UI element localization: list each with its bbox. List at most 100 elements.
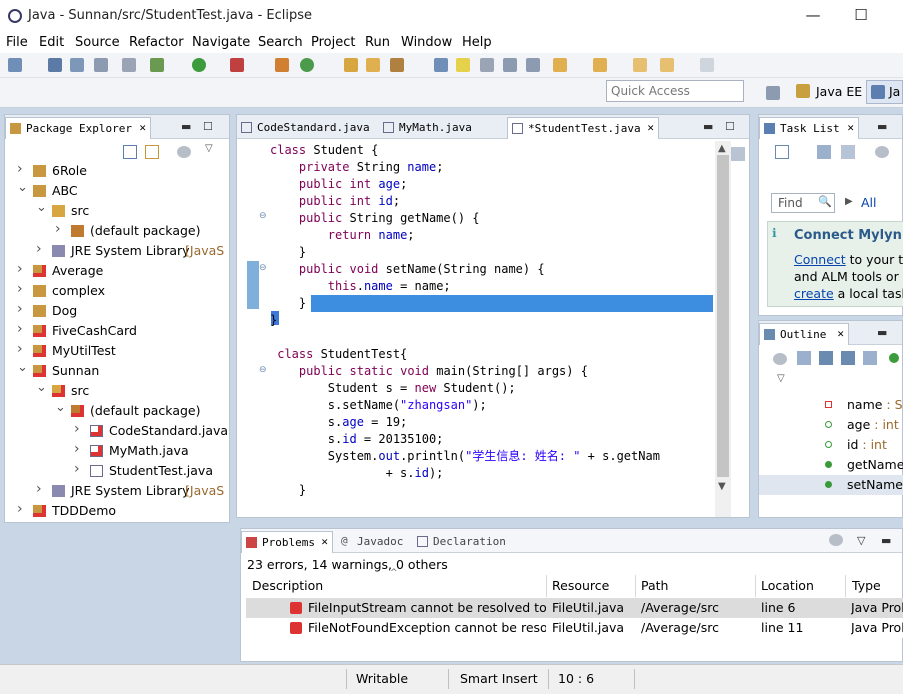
- menu-edit[interactable]: Edit: [39, 35, 64, 50]
- outline-item[interactable]: name : St: [759, 395, 903, 415]
- close-icon[interactable]: ✕: [139, 121, 146, 134]
- open-type-icon[interactable]: [344, 58, 358, 72]
- tab-declaration[interactable]: Declaration: [413, 531, 509, 553]
- menu-window[interactable]: Window: [401, 35, 452, 50]
- view-menu-icon[interactable]: ▽: [205, 143, 213, 154]
- tree-item[interactable]: ⌄ src: [5, 380, 229, 401]
- focus-task-icon[interactable]: [829, 534, 843, 546]
- scroll-down-icon[interactable]: ▼: [718, 481, 726, 492]
- fold-marker-icon[interactable]: ⊖: [259, 365, 267, 375]
- open-perspective-icon[interactable]: [766, 86, 780, 100]
- menu-project[interactable]: Project: [311, 35, 355, 50]
- tree-item[interactable]: › JRE System Library [JavaS: [5, 241, 229, 261]
- toggle-mark-occurrences-icon[interactable]: [456, 58, 470, 72]
- tab-mymath[interactable]: MyMath.java: [379, 117, 495, 139]
- hide-nonpublic-icon[interactable]: [863, 351, 877, 365]
- code-line[interactable]: public int age;: [270, 176, 407, 193]
- next-edit-icon[interactable]: [553, 58, 567, 72]
- scroll-thumb[interactable]: [717, 155, 729, 477]
- maximize-button[interactable]: ☐: [851, 6, 871, 26]
- expand-toggle-icon[interactable]: ›: [17, 281, 27, 297]
- hide-static-icon[interactable]: [841, 351, 855, 365]
- skip-breakpoints-icon[interactable]: [122, 58, 136, 72]
- tree-item[interactable]: › StudentTest.java: [5, 461, 229, 481]
- code-line[interactable]: public static void main(String[] args) {: [270, 363, 588, 380]
- code-line[interactable]: }: [270, 244, 306, 261]
- minimize-icon[interactable]: ▬: [877, 326, 887, 339]
- outline-item[interactable]: id : int: [759, 435, 903, 455]
- code-line[interactable]: private String name;: [270, 159, 444, 176]
- focus-task-icon[interactable]: [773, 353, 787, 365]
- code-line[interactable]: public int id;: [270, 193, 400, 210]
- collapse-toggle-icon[interactable]: ⌄: [17, 180, 28, 195]
- expand-toggle-icon[interactable]: ›: [55, 221, 65, 237]
- previous-edit-icon[interactable]: [593, 58, 607, 72]
- sort-icon[interactable]: [797, 351, 811, 365]
- tree-item[interactable]: › TDDDemo: [5, 501, 229, 521]
- collapse-toggle-icon[interactable]: ⌄: [36, 200, 47, 215]
- tree-item[interactable]: ⌄ (default package): [5, 400, 229, 421]
- code-line[interactable]: }: [270, 482, 306, 499]
- expand-toggle-icon[interactable]: ›: [36, 481, 46, 497]
- debug-icon[interactable]: [150, 58, 164, 72]
- new-java-project-icon[interactable]: [275, 58, 289, 72]
- menu-help[interactable]: Help: [462, 35, 492, 50]
- menu-search[interactable]: Search: [258, 35, 303, 50]
- code-line[interactable]: this.name = name;: [270, 278, 451, 295]
- scheduled-icon[interactable]: [841, 145, 855, 159]
- expand-toggle-icon[interactable]: ›: [74, 441, 84, 457]
- back-icon[interactable]: [660, 58, 674, 72]
- code-line[interactable]: public String getName() {: [270, 210, 480, 227]
- tree-item[interactable]: › MyUtilTest: [5, 341, 229, 361]
- outline-item[interactable]: getName: [759, 455, 903, 475]
- code-line[interactable]: System.out.println("学生信息: 姓名: " + s.getN…: [270, 448, 660, 465]
- tree-item[interactable]: ⌄ ABC: [5, 180, 229, 201]
- column-location[interactable]: Location: [756, 575, 846, 597]
- perspective-javaee[interactable]: Java EE: [788, 80, 864, 104]
- maximize-icon[interactable]: ☐: [725, 120, 735, 133]
- menu-source[interactable]: Source: [75, 35, 120, 50]
- external-tools-icon[interactable]: [230, 58, 244, 72]
- new-task-icon[interactable]: [775, 145, 789, 159]
- collapse-toggle-icon[interactable]: ⌄: [17, 360, 28, 375]
- tab-package-explorer[interactable]: Package Explorer ✕: [5, 117, 151, 139]
- maximize-icon[interactable]: ☐: [203, 120, 213, 133]
- tree-item[interactable]: › (default package): [5, 221, 229, 241]
- expand-toggle-icon[interactable]: ›: [17, 321, 27, 337]
- expand-toggle-icon[interactable]: ›: [17, 501, 27, 517]
- fold-marker-icon[interactable]: ⊖: [259, 263, 267, 273]
- expand-toggle-icon[interactable]: ›: [17, 301, 27, 317]
- code-line[interactable]: }: [270, 295, 306, 312]
- tab-outline[interactable]: Outline ✕: [759, 323, 849, 345]
- view-menu-icon[interactable]: ▽: [857, 534, 865, 547]
- column-type[interactable]: Type: [846, 575, 903, 597]
- minimize-icon[interactable]: ▬: [877, 120, 887, 133]
- new-class-icon[interactable]: [300, 58, 314, 72]
- show-whitespace-icon[interactable]: [526, 58, 540, 72]
- close-icon[interactable]: ✕: [647, 121, 654, 134]
- code-line[interactable]: class StudentTest{: [270, 346, 407, 363]
- tree-item[interactable]: › Average: [5, 261, 229, 281]
- expand-toggle-icon[interactable]: ›: [74, 421, 84, 437]
- hide-local-types-icon[interactable]: [889, 353, 899, 363]
- quick-access-input[interactable]: Quick Access: [606, 80, 744, 102]
- minimize-button[interactable]: —: [803, 6, 823, 26]
- column-path[interactable]: Path: [636, 575, 756, 597]
- minimize-icon[interactable]: ▬: [703, 120, 713, 133]
- menu-navigate[interactable]: Navigate: [192, 35, 250, 50]
- outline-item[interactable]: setName(: [759, 475, 903, 495]
- tab-javadoc[interactable]: @ Javadoc: [337, 531, 409, 553]
- find-input[interactable]: Find 🔍: [771, 193, 835, 213]
- focus-task-icon[interactable]: [875, 146, 889, 158]
- menu-refactor[interactable]: Refactor: [129, 35, 184, 50]
- tree-item[interactable]: › complex: [5, 281, 229, 301]
- column-resource[interactable]: Resource: [547, 575, 636, 597]
- menu-run[interactable]: Run: [365, 35, 390, 50]
- tab-codestandard[interactable]: CodeStandard.java: [237, 117, 379, 139]
- tree-item[interactable]: ⌄ Sunnan: [5, 360, 229, 381]
- code-line[interactable]: s.age = 19;: [270, 414, 408, 431]
- code-line[interactable]: return name;: [270, 227, 415, 244]
- next-annotation-icon[interactable]: [434, 58, 448, 72]
- tree-item[interactable]: › JRE System Library [JavaS: [5, 481, 229, 501]
- code-line[interactable]: class Student {: [270, 142, 378, 159]
